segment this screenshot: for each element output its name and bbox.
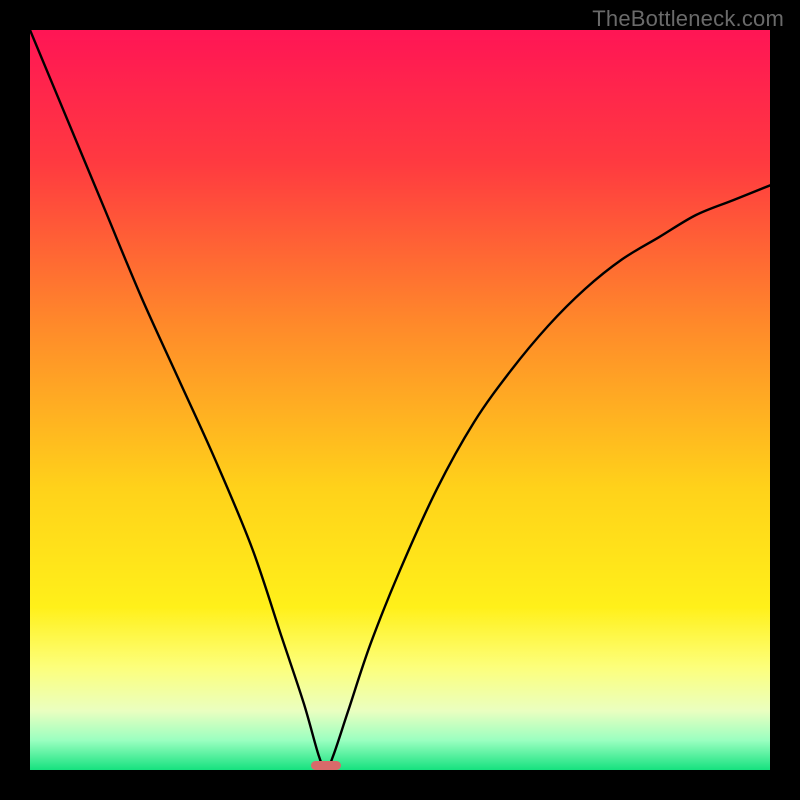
watermark-text: TheBottleneck.com (592, 6, 784, 32)
bottleneck-curve (30, 30, 770, 770)
chart-frame: TheBottleneck.com (0, 0, 800, 800)
plot-area (30, 30, 770, 770)
optimal-marker (311, 761, 341, 770)
